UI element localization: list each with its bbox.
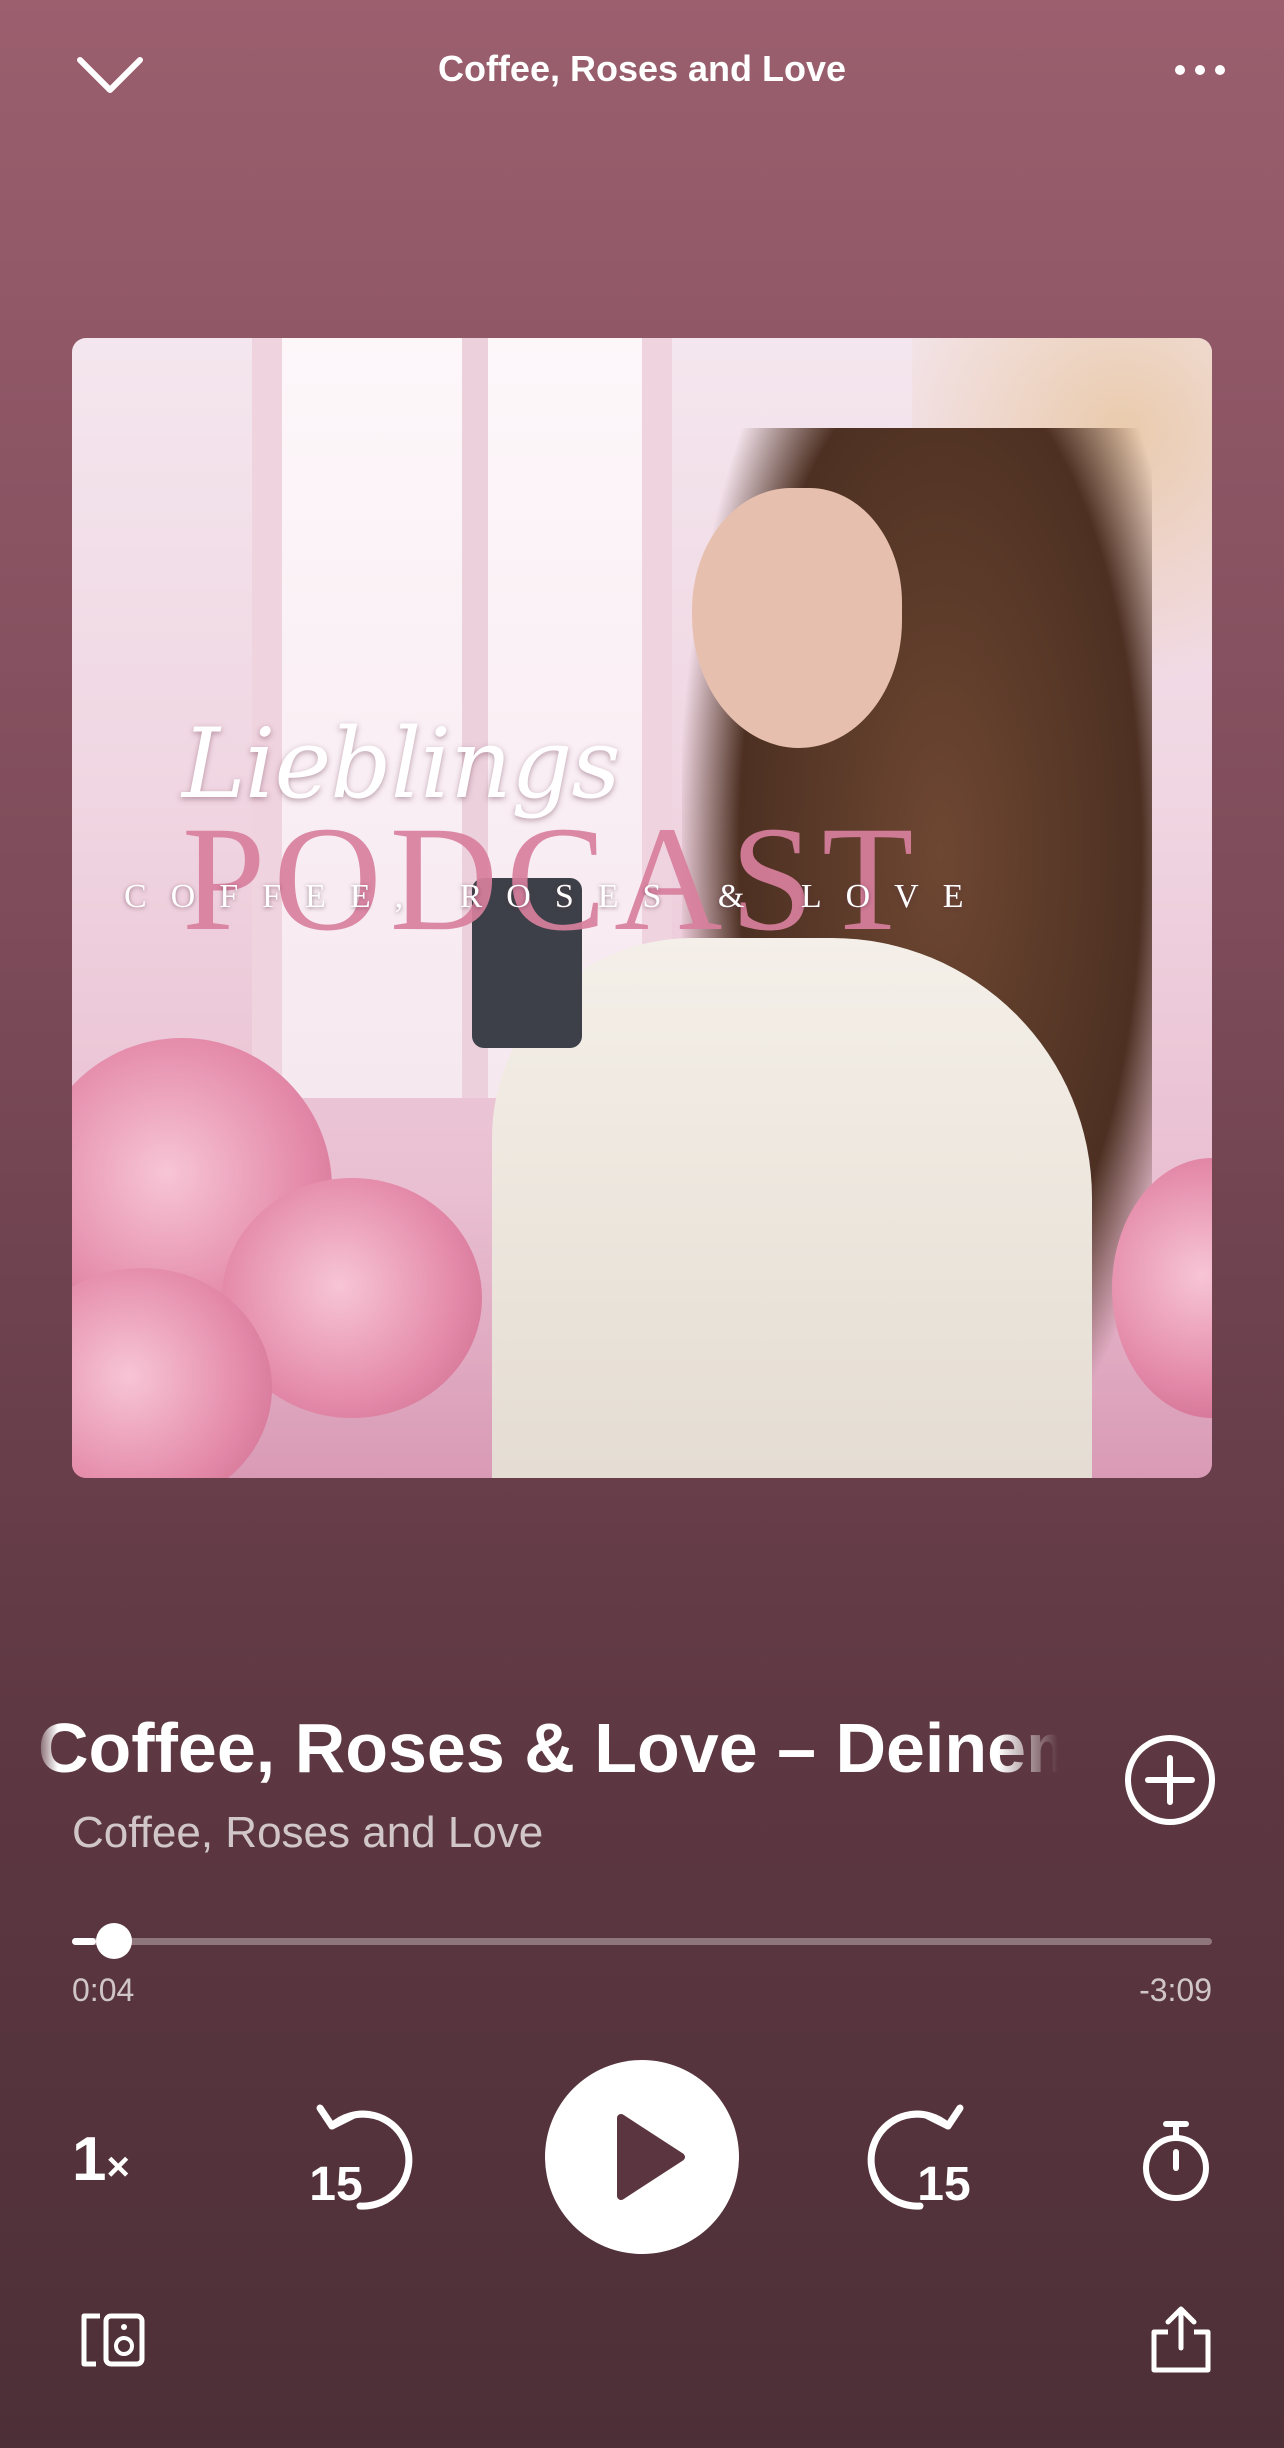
progress-fill (72, 1938, 96, 1945)
episode-title: Coffee, Roses & Love – Deinem Lieblingsp… (38, 1709, 1058, 1787)
remaining-time: -3:09 (1139, 1972, 1212, 2008)
plus-circle-icon (1125, 1735, 1215, 1825)
stopwatch-icon (1143, 2121, 1209, 2201)
artwork-logo-script: Lieblings (182, 708, 621, 820)
add-to-library-button[interactable] (1124, 1734, 1216, 1826)
skip-back-15-button[interactable]: 15 (300, 2100, 420, 2220)
more-options-button[interactable] (1170, 50, 1230, 90)
rotate-ccw-15-icon: 15 (309, 2104, 413, 2211)
share-button[interactable] (1148, 2304, 1214, 2376)
speed-suffix: × (106, 2145, 130, 2189)
skip-forward-15-button[interactable]: 15 (860, 2100, 980, 2220)
elapsed-time: 0:04 (72, 1972, 135, 2008)
progress-thumb[interactable] (95, 1923, 132, 1959)
devices-icon (81, 2313, 145, 2367)
skip-back-seconds: 15 (309, 2158, 362, 2211)
playback-speed-button[interactable]: 1× (72, 2120, 162, 2200)
share-icon (1151, 2306, 1211, 2373)
artwork-logo-subtitle: COFFEE, ROSES & LOVE (124, 878, 988, 915)
chevron-down-icon (77, 57, 143, 93)
artwork-figure-sweater (492, 938, 1092, 1478)
show-name[interactable]: Coffee, Roses and Love (72, 1808, 543, 1858)
speed-value: 1 (72, 2125, 107, 2194)
more-horizontal-icon (1175, 65, 1225, 75)
collapse-button[interactable] (70, 40, 150, 110)
progress-track[interactable] (72, 1938, 1212, 1945)
podcast-artwork: PODCAST Lieblings COFFEE, ROSES & LOVE (72, 338, 1212, 1478)
connect-devices-button[interactable] (78, 2310, 148, 2370)
play-button[interactable] (545, 2060, 739, 2254)
artwork-figure-face (692, 488, 902, 748)
sleep-timer-button[interactable] (1140, 2118, 1212, 2202)
now-playing-title: Coffee, Roses and Love (437, 48, 847, 89)
skip-forward-seconds: 15 (917, 2158, 970, 2211)
rotate-cw-15-icon: 15 (867, 2104, 971, 2211)
play-icon (617, 2114, 685, 2200)
